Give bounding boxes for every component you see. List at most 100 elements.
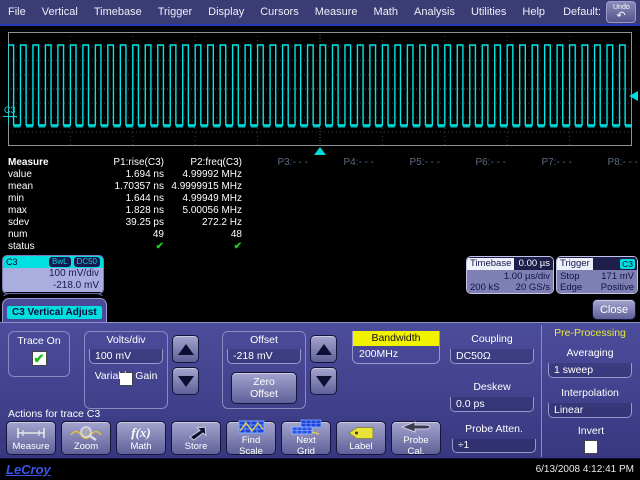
measure-sdev-p4: [310, 217, 376, 229]
close-button[interactable]: Close: [592, 299, 636, 320]
averaging-label: Averaging: [544, 347, 636, 359]
menu-item-timebase[interactable]: Timebase: [94, 6, 142, 18]
measure-column-header-p1: P1:rise(C3): [56, 156, 166, 169]
interpolation-label: Interpolation: [544, 387, 636, 399]
volts-div-label: Volts/div: [85, 332, 167, 346]
measure-num-p5: [376, 229, 442, 241]
undo-button[interactable]: Undo↶: [606, 1, 636, 23]
probe-cal-icon: [399, 419, 433, 435]
measure-mean-p8: [574, 181, 640, 193]
measure-column-header-p8: P8:- - -: [574, 156, 640, 169]
measure-mean-p4: [310, 181, 376, 193]
measure-sdev-p7: [508, 217, 574, 229]
measure-sdev-p3: [244, 217, 310, 229]
coupling-field[interactable]: DC50Ω: [450, 349, 534, 364]
measure-table-title: Measure: [0, 156, 56, 169]
trigger-box[interactable]: Trigger C3 Stop 171 mV Edge Positive: [556, 256, 638, 294]
measure-row-label-sdev: sdev: [0, 217, 56, 229]
measure-min-p7: [508, 193, 574, 205]
measure-column-header-p2: P2:freq(C3): [166, 156, 244, 169]
action-button-zoom[interactable]: Zoom: [61, 421, 111, 455]
measure-num-p2: 48: [166, 229, 244, 241]
find-scale-icon: [234, 419, 268, 435]
volts-div-up-button[interactable]: [172, 335, 199, 363]
menu-item-trigger[interactable]: Trigger: [158, 6, 192, 18]
offset-down-button[interactable]: [310, 367, 337, 395]
measure-value-p5: [376, 169, 442, 181]
menu-item-analysis[interactable]: Analysis: [414, 6, 455, 18]
label-icon: [344, 424, 378, 441]
action-button-measure[interactable]: Measure: [6, 421, 56, 455]
measure-mean-p6: [442, 181, 508, 193]
trigger-time-marker[interactable]: [314, 147, 326, 155]
menu-item-display[interactable]: Display: [208, 6, 244, 18]
volts-div-field[interactable]: 100 mV: [89, 349, 163, 364]
measure-mean-p1: 1.70357 ns: [56, 181, 166, 193]
menu-item-help[interactable]: Help: [522, 6, 545, 18]
action-button-store[interactable]: Store: [171, 421, 221, 455]
measure-column-header-p5: P5:- - -: [376, 156, 442, 169]
measure-max-p4: [310, 205, 376, 217]
zero-offset-button[interactable]: Zero Offset: [231, 372, 297, 404]
bandwidth-label: Bandwidth: [353, 331, 439, 346]
trigger-level-marker[interactable]: [629, 91, 638, 101]
measure-max-p7: [508, 205, 574, 217]
menu-item-math[interactable]: Math: [374, 6, 398, 18]
trigger-mode: Stop: [560, 271, 580, 282]
action-button-label[interactable]: Label: [336, 421, 386, 455]
action-button-math[interactable]: f(x)Math: [116, 421, 166, 455]
measure-num-p6: [442, 229, 508, 241]
undo-arrow-icon: ↶: [613, 12, 629, 21]
measure-status-p6: [442, 241, 508, 253]
trigger-source-badge: C3: [620, 259, 635, 269]
measure-value-p4: [310, 169, 376, 181]
action-button-label: Find Scale: [233, 435, 269, 457]
channel-volts-per-div: 100 mV/div: [7, 268, 99, 280]
action-button-next-grid[interactable]: Next Grid: [281, 421, 331, 455]
action-button-find-scale[interactable]: Find Scale: [226, 421, 276, 455]
measure-value-p2: 4.99992 MHz: [166, 169, 244, 181]
probe-atten-field[interactable]: ÷1: [452, 439, 536, 453]
offset-field[interactable]: -218 mV: [227, 349, 301, 364]
measure-num-p3: [244, 229, 310, 241]
interpolation-field[interactable]: Linear: [548, 403, 632, 418]
offset-up-button[interactable]: [310, 335, 337, 363]
measure-status-p7: [508, 241, 574, 253]
deskew-field[interactable]: 0.0 ps: [450, 397, 534, 412]
menu-item-vertical[interactable]: Vertical: [42, 6, 78, 18]
volts-div-down-button[interactable]: [172, 367, 199, 395]
measure-row-label-value: value: [0, 169, 56, 181]
invert-label: Invert: [556, 425, 626, 437]
trace-on-checkbox[interactable]: ✔: [32, 351, 47, 366]
measure-value-p8: [574, 169, 640, 181]
bandwidth-limit-badge: BwL: [49, 257, 71, 267]
measure-sdev-p1: 39.25 ps: [56, 217, 166, 229]
menu-item-utilities[interactable]: Utilities: [471, 6, 506, 18]
measure-max-p2: 5.00056 MHz: [166, 205, 244, 217]
menu-item-file[interactable]: File: [8, 6, 26, 18]
menu-item-cursors[interactable]: Cursors: [260, 6, 299, 18]
timebase-offset: 0.00 µs: [519, 258, 553, 269]
c3-vertical-adjust-dialog: Trace On ✔ Volts/div 100 mV Variable Gai…: [0, 322, 640, 458]
zoom-icon: [69, 424, 103, 441]
channel-c3-descriptor-box[interactable]: C3 BwL DC50 100 mV/div -218.0 mV: [2, 255, 104, 294]
trigger-title: Trigger: [557, 258, 593, 270]
store-icon: [179, 424, 213, 441]
math-icon: f(x): [131, 424, 151, 441]
up-arrow-icon: [178, 344, 194, 355]
action-button-probe-cal[interactable]: Probe Cal.: [391, 421, 441, 455]
bandwidth-field[interactable]: 200MHz: [353, 346, 439, 363]
measure-min-p1: 1.644 ns: [56, 193, 166, 205]
measure-column-header-p4: P4:- - -: [310, 156, 376, 169]
timebase-box[interactable]: Timebase 0.00 µs 1.00 µs/div 200 kS 20 G…: [466, 256, 554, 294]
tab-c3-vertical-adjust[interactable]: C3 Vertical Adjust: [2, 298, 107, 322]
invert-checkbox[interactable]: [584, 440, 598, 454]
channel-c3-trace-label: C3: [3, 105, 17, 117]
averaging-field[interactable]: 1 sweep: [548, 363, 632, 378]
trace-on-group: Trace On ✔: [8, 331, 70, 377]
measure-sdev-p5: [376, 217, 442, 229]
waveform-display[interactable]: C3: [0, 26, 640, 156]
menu-item-measure[interactable]: Measure: [315, 6, 358, 18]
down-arrow-icon: [316, 376, 332, 387]
measure-mean-p7: [508, 181, 574, 193]
